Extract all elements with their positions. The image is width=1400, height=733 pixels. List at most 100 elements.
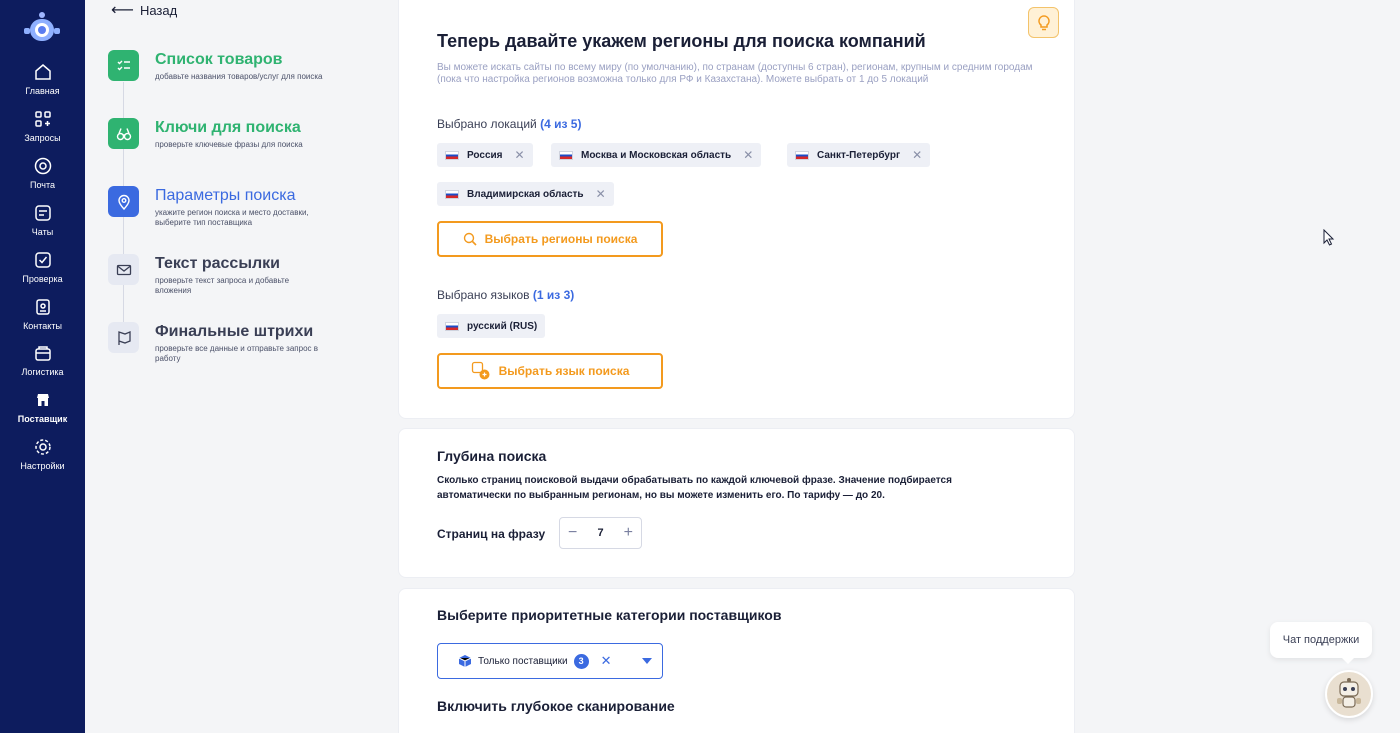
nav-label: Контакты [23, 321, 62, 331]
regions-description: Вы можете искать сайты по всему миру (по… [437, 62, 1033, 85]
supplier-categories-card: Выберите приоритетные категории поставщи… [398, 588, 1075, 733]
binoculars-icon [108, 118, 139, 149]
search-depth-card: Глубина поиска Сколько страниц поисковой… [398, 428, 1075, 578]
step-desc: добавьте названия товаров/услуг для поис… [155, 72, 323, 81]
russia-flag-icon [795, 150, 809, 160]
regions-card: Теперь давайте укажем регионы для поиска… [398, 0, 1075, 419]
contacts-icon [35, 299, 50, 315]
choose-regions-label: Выбрать регионы поиска [484, 232, 638, 246]
nav-item-logistics[interactable]: Логистика [0, 343, 85, 387]
support-chat-label: Чат поддержки [1282, 634, 1360, 646]
nav-item-chats[interactable]: Чаты [0, 203, 85, 247]
location-chip: Россия ✕ [437, 143, 533, 167]
remove-chip-icon[interactable]: ✕ [743, 148, 753, 162]
remove-chip-icon[interactable]: ✕ [912, 148, 922, 162]
select-value: Только поставщики [478, 655, 568, 667]
location-chip: Санкт-Петербург ✕ [787, 143, 931, 167]
decrement-button[interactable]: − [568, 524, 577, 542]
remove-chip-icon[interactable]: ✕ [515, 148, 525, 162]
pages-per-phrase-label: Страниц на фразу [437, 527, 546, 541]
step-desc: укажите регион поиска и место доставки, … [155, 208, 309, 227]
gear-icon [34, 439, 51, 455]
supplier-category-select[interactable]: Только поставщики 3 ✕ [437, 643, 663, 679]
increment-button[interactable]: + [624, 524, 633, 542]
nav-label: Проверка [22, 274, 63, 284]
supplier-categories-title: Выберите приоритетные категории поставщи… [437, 607, 782, 623]
choose-language-label: Выбрать язык поиска [498, 364, 630, 378]
regions-title: Теперь давайте укажем регионы для поиска… [437, 31, 926, 51]
nav-label: Логистика [21, 367, 64, 377]
nav-item-check[interactable]: Проверка [0, 250, 85, 294]
lightbulb-icon[interactable] [1028, 7, 1059, 38]
location-chip-label: Санкт-Петербург [817, 149, 901, 161]
step-title: Текст рассылки [155, 255, 280, 272]
step-desc: проверьте ключевые фразы для поиска [155, 140, 303, 149]
step-desc: проверьте все данные и отправьте запрос … [155, 344, 319, 363]
main-nav: Главная Запросы Почта Чаты Проверка Конт… [0, 0, 85, 733]
remove-chip-icon[interactable]: ✕ [596, 187, 606, 201]
clear-select-icon[interactable]: ✕ [601, 653, 612, 669]
russia-flag-icon [445, 189, 459, 199]
language-chip: русский (RUS) [437, 314, 546, 338]
check-icon [34, 252, 51, 268]
choose-regions-button[interactable]: Выбрать регионы поиска [437, 221, 663, 257]
box-icon [458, 655, 472, 667]
nav-label: Чаты [31, 227, 54, 237]
step-desc: проверьте текст запроса и добавьте вложе… [155, 276, 290, 295]
support-chat-bubble[interactable]: Чат поддержки [1270, 622, 1372, 664]
nav-item-supplier[interactable]: Поставщик [0, 390, 85, 434]
chevron-down-icon[interactable] [642, 658, 652, 664]
location-chip-label: Владимирская область [467, 188, 584, 200]
nav-item-requests[interactable]: Запросы [0, 109, 85, 153]
location-chip-label: Россия [467, 149, 503, 161]
nav-label: Настройки [20, 461, 65, 471]
step-title: Список товаров [155, 51, 283, 68]
selected-count-badge: 3 [573, 653, 589, 669]
selected-languages-label: Выбрано языков (1 из 3) [437, 288, 575, 302]
pages-value[interactable]: 7 [597, 527, 603, 539]
selected-languages-count: (1 из 3) [532, 288, 575, 302]
location-chip-label: Москва и Московская область [581, 149, 732, 161]
search-depth-description: Сколько страниц поисковой выдачи обрабат… [437, 475, 952, 501]
logistics-icon [34, 346, 51, 361]
back-label: Назад [139, 2, 178, 18]
location-pin-icon [108, 186, 139, 217]
supplier-icon [36, 394, 49, 406]
step-title: Параметры поиска [155, 187, 296, 204]
flag-icon [108, 322, 139, 353]
selected-locations-count: (4 из 5) [540, 117, 582, 131]
home-icon [34, 64, 51, 80]
requests-icon [34, 111, 51, 127]
deep-scan-title: Включить глубокое сканирование [437, 698, 675, 714]
russia-flag-icon [445, 321, 459, 331]
back-link[interactable]: ⟵ Назад [111, 0, 177, 20]
nav-item-mail[interactable]: Почта [0, 156, 85, 200]
robot-logo-icon[interactable] [22, 10, 62, 46]
robot-icon [1337, 678, 1361, 708]
mouse-cursor-icon [1323, 229, 1335, 246]
nav-label: Почта [30, 180, 55, 190]
step-title: Финальные штрихи [155, 323, 314, 340]
globe-search-icon [463, 232, 477, 246]
location-chip: Москва и Московская область ✕ [551, 143, 762, 167]
nav-label: Поставщик [17, 414, 68, 424]
checklist-icon [108, 50, 139, 81]
nav-item-settings[interactable]: Настройки [0, 437, 85, 481]
chat-icon [34, 205, 51, 221]
language-chip-label: русский (RUS) [467, 320, 538, 332]
nav-item-contacts[interactable]: Контакты [0, 297, 85, 341]
location-chip: Владимирская область ✕ [437, 182, 614, 206]
russia-flag-icon [445, 150, 459, 160]
translate-icon [471, 361, 490, 380]
nav-label: Запросы [24, 133, 61, 143]
nav-item-home[interactable]: Главная [0, 62, 85, 106]
envelope-icon [108, 254, 139, 285]
selected-locations-label: Выбрано локаций (4 из 5) [437, 117, 582, 131]
mail-at-icon [34, 157, 51, 175]
step-title: Ключи для поиска [155, 119, 301, 136]
russia-flag-icon [559, 150, 573, 160]
nav-label: Главная [25, 86, 60, 96]
support-robot-avatar[interactable] [1325, 670, 1373, 718]
choose-language-button[interactable]: Выбрать язык поиска [437, 353, 663, 389]
arrow-left-icon: ⟵ [111, 2, 134, 19]
